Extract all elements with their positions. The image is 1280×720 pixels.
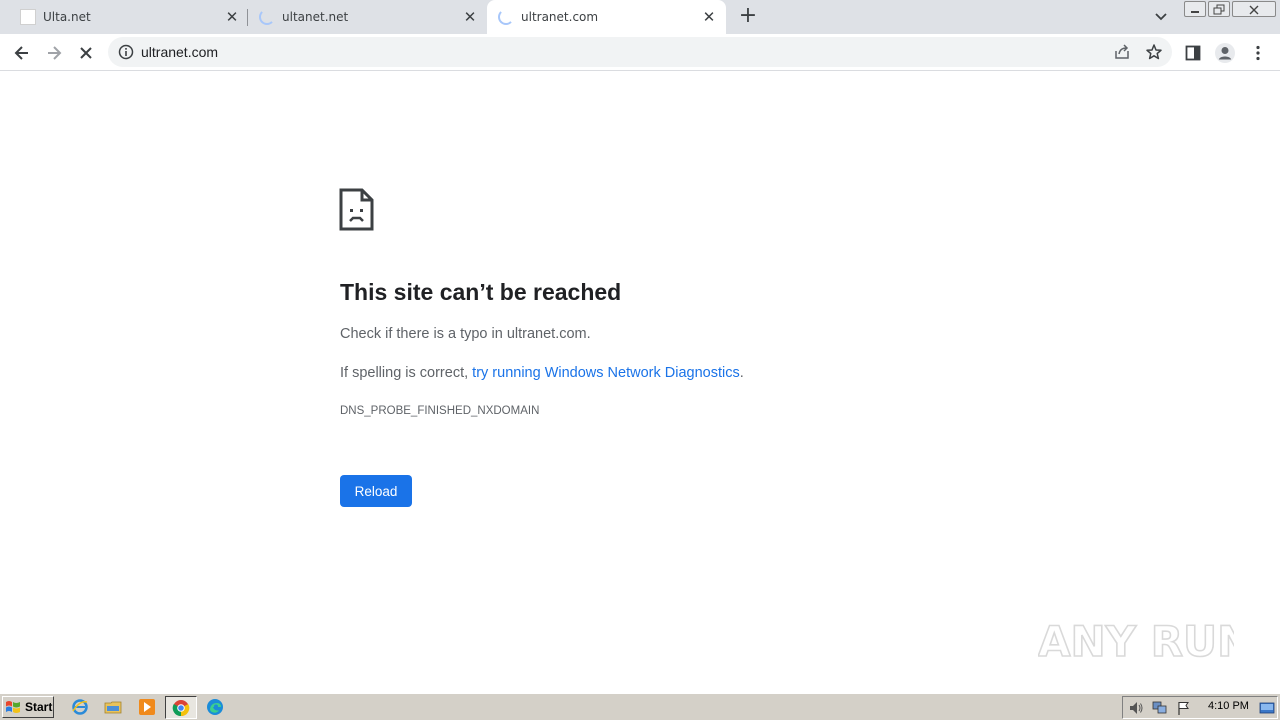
tab-search-button[interactable] bbox=[1150, 6, 1172, 28]
error-diagnostics-suffix: . bbox=[739, 365, 744, 381]
tab-title: Ulta.net bbox=[43, 10, 91, 24]
kebab-menu-icon bbox=[1256, 45, 1260, 61]
windows-logo-icon bbox=[6, 701, 20, 713]
network-diagnostics-link[interactable]: try running Windows Network Diagnostics bbox=[472, 365, 740, 381]
minimize-button[interactable] bbox=[1184, 1, 1206, 17]
tab-ulta-net[interactable]: Ulta.net ✕ bbox=[8, 0, 246, 34]
windows-taskbar: Start 4:10 PM bbox=[0, 693, 1280, 720]
network-icon[interactable] bbox=[1152, 700, 1168, 716]
file-explorer-icon[interactable] bbox=[104, 698, 122, 716]
close-icon[interactable]: ✕ bbox=[701, 9, 717, 25]
forward-button[interactable] bbox=[41, 40, 67, 66]
taskbar-clock[interactable]: 4:10 PM bbox=[1208, 700, 1249, 712]
close-window-icon bbox=[1249, 5, 1259, 15]
star-icon[interactable] bbox=[1145, 43, 1163, 61]
minimize-icon bbox=[1191, 11, 1199, 13]
back-button[interactable] bbox=[9, 40, 35, 66]
reload-button[interactable]: Reload bbox=[340, 475, 412, 507]
media-player-icon[interactable] bbox=[138, 698, 156, 716]
close-icon[interactable]: ✕ bbox=[224, 9, 240, 25]
profile-button[interactable] bbox=[1212, 40, 1238, 66]
side-panel-button[interactable] bbox=[1180, 40, 1206, 66]
loading-spinner-icon bbox=[259, 9, 275, 25]
side-panel-icon bbox=[1185, 45, 1201, 61]
anyrun-watermark: ANY RUN bbox=[1038, 616, 1234, 667]
tab-ultanet-net[interactable]: ultanet.net ✕ bbox=[248, 0, 486, 34]
start-button[interactable]: Start bbox=[2, 696, 54, 718]
chrome-icon bbox=[172, 700, 190, 717]
address-bar[interactable]: ultranet.com bbox=[108, 37, 1172, 67]
arrow-right-icon bbox=[48, 46, 62, 60]
tab-title: ultanet.net bbox=[282, 10, 349, 24]
tab-ultranet-com[interactable]: ultranet.com ✕ bbox=[487, 0, 726, 34]
error-diagnostics-hint: If spelling is correct, try running Wind… bbox=[340, 365, 744, 381]
share-icon[interactable] bbox=[1113, 43, 1131, 61]
stop-loading-button[interactable] bbox=[73, 40, 99, 66]
loading-spinner-icon bbox=[498, 9, 514, 25]
avatar-icon bbox=[1215, 43, 1235, 63]
close-icon[interactable]: ✕ bbox=[462, 9, 478, 25]
sad-document-icon bbox=[339, 188, 374, 231]
stop-x-icon bbox=[80, 47, 92, 59]
error-typo-hint: Check if there is a typo in ultranet.com… bbox=[340, 326, 591, 342]
start-label: Start bbox=[25, 700, 53, 714]
volume-icon[interactable] bbox=[1128, 700, 1144, 716]
error-title: This site can’t be reached bbox=[340, 279, 622, 305]
show-desktop-icon[interactable] bbox=[1259, 700, 1275, 716]
edge-icon[interactable] bbox=[206, 698, 224, 716]
blank-page-icon bbox=[20, 9, 36, 25]
menu-button[interactable] bbox=[1245, 40, 1271, 66]
chrome-taskbar-button[interactable] bbox=[165, 696, 197, 719]
tab-strip: Ulta.net ✕ ultanet.net ✕ ultranet.com ✕ … bbox=[0, 0, 1280, 34]
error-code: DNS_PROBE_FINISHED_NXDOMAIN bbox=[340, 405, 540, 417]
tab-title: ultranet.com bbox=[521, 10, 599, 24]
internet-explorer-icon[interactable] bbox=[71, 698, 89, 716]
chevron-down-icon bbox=[1155, 13, 1167, 21]
action-center-flag-icon[interactable] bbox=[1176, 700, 1192, 716]
system-tray bbox=[1122, 696, 1278, 719]
restore-button[interactable] bbox=[1208, 1, 1230, 17]
error-diagnostics-prefix: If spelling is correct, bbox=[340, 365, 473, 381]
arrow-left-icon bbox=[14, 46, 28, 60]
watermark-text: ANY RUN bbox=[1038, 617, 1234, 666]
browser-toolbar: ultranet.com bbox=[0, 34, 1280, 71]
info-icon[interactable] bbox=[118, 44, 134, 60]
new-tab-button[interactable]: + bbox=[736, 5, 760, 29]
close-window-button[interactable] bbox=[1232, 1, 1276, 17]
restore-icon bbox=[1213, 4, 1225, 15]
address-bar-url[interactable]: ultranet.com bbox=[141, 44, 218, 60]
